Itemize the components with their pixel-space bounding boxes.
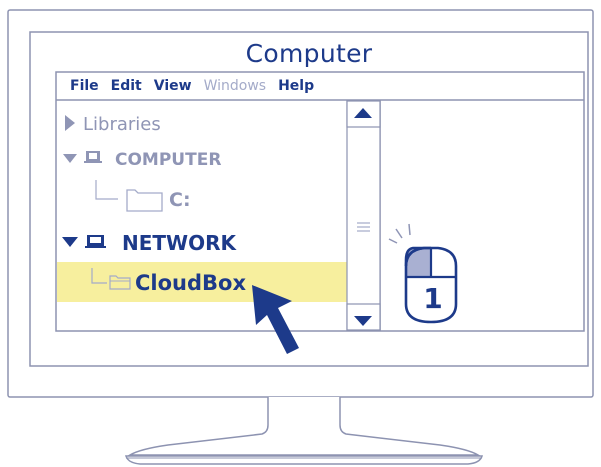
tree-item-label: Libraries [83,113,161,135]
tree-item-label: C: [169,189,191,211]
menu-item-help[interactable]: Help [278,78,314,94]
menu-item-edit[interactable]: Edit [111,78,142,94]
menu-item-file[interactable]: File [70,78,99,94]
tree-item-label: NETWORK [122,231,237,255]
mouse-click-count: 1 [423,281,443,315]
tree-item-label: COMPUTER [115,150,222,170]
illustration: Computer File Edit View Windows Help Lib… [0,0,601,467]
tree-item-computer[interactable]: COMPUTER [64,146,221,174]
monitor-stand [127,397,481,456]
tree-item-network[interactable]: NETWORK [62,228,236,258]
tree-item-drive-c[interactable]: C: [94,184,191,216]
scrollbar-track[interactable] [346,100,381,331]
tree-item-cloudbox[interactable]: CloudBox [80,266,246,300]
menu-item-windows: Windows [203,78,267,94]
scroll-down-button[interactable] [346,303,381,331]
window-title: Computer [245,38,373,68]
monitor-base [125,455,483,465]
scroll-up-button[interactable] [346,100,381,128]
tree-item-label: CloudBox [135,271,246,295]
menu-item-view[interactable]: View [154,78,192,94]
tree-item-libraries[interactable]: Libraries [64,110,161,138]
menu-bar: File Edit View Windows Help [56,72,584,100]
